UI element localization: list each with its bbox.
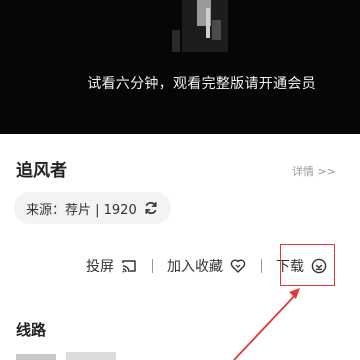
line-option-partial[interactable] (16, 352, 126, 360)
action-divider (261, 259, 262, 273)
movie-title: 追风者 (16, 161, 67, 181)
cast-button[interactable]: 投屏 (86, 256, 138, 276)
action-divider (152, 259, 153, 273)
trial-notice: 试看六分钟，观看完整版请开通会员 (87, 76, 316, 92)
refresh-icon[interactable] (143, 200, 159, 216)
details-link[interactable]: 详情 >> (292, 163, 336, 179)
heart-icon (230, 259, 246, 273)
video-player[interactable]: 试看六分钟，观看完整版请开通会员 (0, 0, 360, 134)
video-frame (0, 0, 360, 134)
favorite-button[interactable]: 加入收藏 (167, 256, 247, 276)
lines-section-title: 线路 (16, 321, 47, 339)
download-highlight-box (280, 244, 335, 286)
source-label: 来源：荐片 | 1920 (26, 202, 137, 218)
source-selector[interactable]: 来源：荐片 | 1920 (14, 192, 171, 224)
cast-icon (122, 260, 136, 273)
cast-label: 投屏 (86, 259, 114, 275)
favorite-label: 加入收藏 (167, 259, 223, 275)
